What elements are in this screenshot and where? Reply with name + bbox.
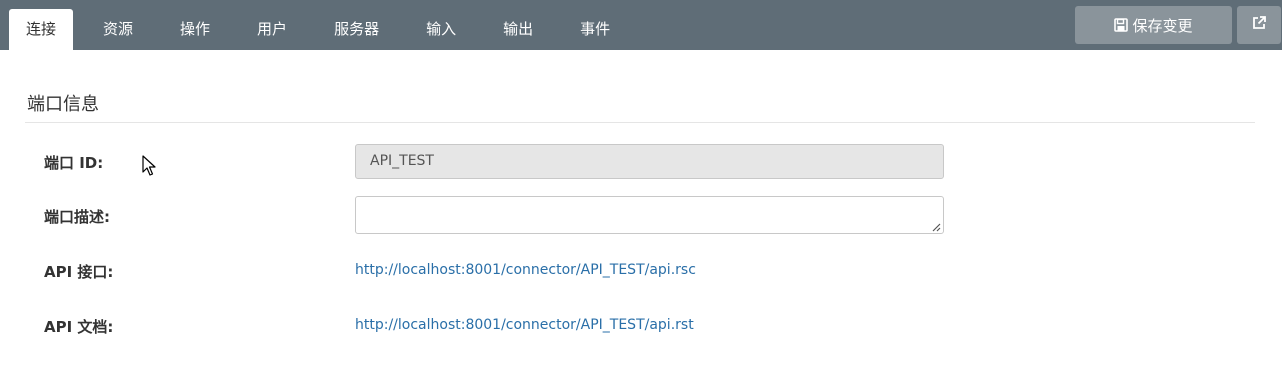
tab-users[interactable]: 用户 xyxy=(240,9,304,50)
tab-input[interactable]: 输入 xyxy=(409,9,473,50)
section-title: 端口信息 xyxy=(27,94,99,115)
save-changes-label: 保存变更 xyxy=(1132,16,1193,35)
api-doc-link[interactable]: http://localhost:8001/connector/API_TEST… xyxy=(355,317,694,333)
tab-events[interactable]: 事件 xyxy=(563,9,627,50)
mouse-pointer-icon xyxy=(142,155,156,177)
section-divider xyxy=(25,122,1255,123)
tab-output[interactable]: 输出 xyxy=(486,9,550,50)
tab-actions[interactable]: 操作 xyxy=(163,9,227,50)
port-id-field: API_TEST xyxy=(355,144,944,179)
tab-server[interactable]: 服务器 xyxy=(317,9,396,50)
port-id-label: 端口 ID: xyxy=(44,154,104,172)
tab-resources[interactable]: 资源 xyxy=(86,9,150,50)
tab-connection[interactable]: 连接 xyxy=(9,9,74,50)
open-external-button[interactable] xyxy=(1237,6,1281,44)
save-changes-button[interactable]: 保存变更 xyxy=(1075,6,1232,44)
api-doc-label: API 文档: xyxy=(44,318,114,336)
api-endpoint-link[interactable]: http://localhost:8001/connector/API_TEST… xyxy=(355,262,696,278)
port-description-label: 端口描述: xyxy=(44,208,110,226)
top-navigation-bar: 连接 资源 操作 用户 服务器 输入 输出 事件 保存变更 xyxy=(0,0,1282,50)
api-endpoint-label: API 接口: xyxy=(44,263,114,281)
save-icon xyxy=(1114,18,1129,32)
external-link-icon xyxy=(1251,15,1267,35)
resize-handle-icon[interactable] xyxy=(929,220,941,232)
port-description-input[interactable] xyxy=(355,196,944,234)
tab-strip: 连接 资源 操作 用户 服务器 输入 输出 事件 xyxy=(9,9,640,50)
